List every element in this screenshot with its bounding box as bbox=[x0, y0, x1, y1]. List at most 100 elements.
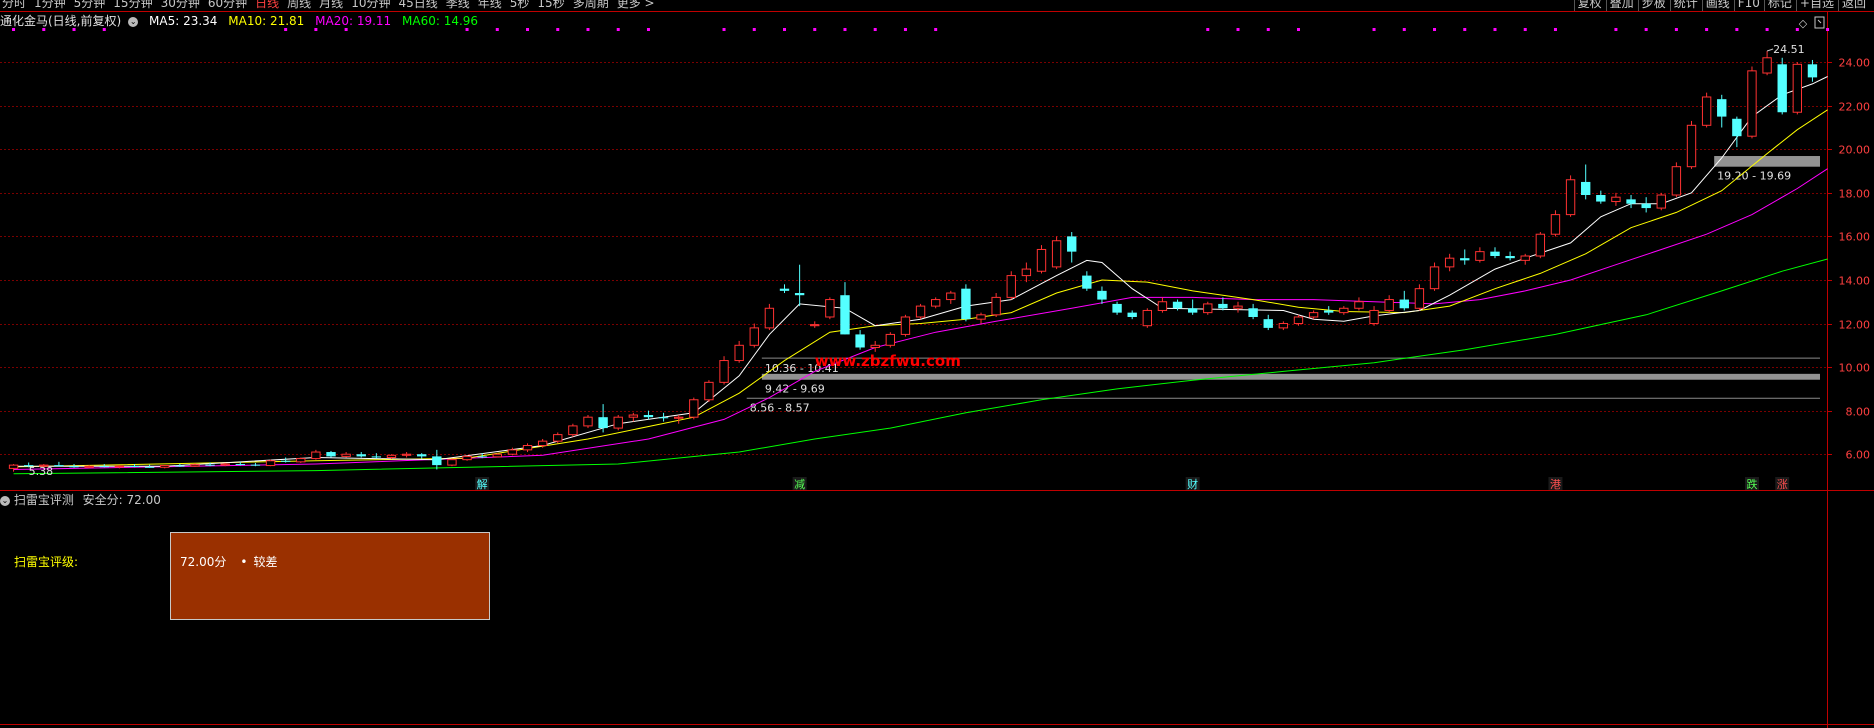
candle-down[interactable] bbox=[69, 466, 79, 468]
candle-up[interactable] bbox=[749, 327, 759, 346]
candle-up[interactable] bbox=[1535, 233, 1546, 257]
candle-up[interactable] bbox=[885, 333, 896, 346]
candle-down[interactable] bbox=[144, 466, 155, 468]
window-toggle-icon[interactable] bbox=[1814, 16, 1825, 29]
candle-up[interactable] bbox=[870, 344, 880, 348]
candle-up[interactable] bbox=[341, 453, 351, 457]
period-tab-5[interactable]: 60分钟 bbox=[208, 0, 247, 10]
candle-down[interactable] bbox=[1641, 203, 1651, 209]
toolbar-button-3[interactable]: 统计 bbox=[1674, 0, 1698, 10]
toolbar-button-7[interactable]: +自选 bbox=[1800, 0, 1834, 10]
candle-up[interactable] bbox=[401, 453, 412, 456]
candle-down[interactable] bbox=[1505, 256, 1515, 259]
candle-up[interactable] bbox=[1006, 275, 1016, 298]
candle-down[interactable] bbox=[855, 334, 865, 348]
candle-up[interactable] bbox=[492, 453, 502, 458]
period-tab-14[interactable]: 15秒 bbox=[537, 0, 564, 10]
candle-down[interactable] bbox=[643, 415, 654, 418]
period-tab-15[interactable]: 多周期 bbox=[573, 0, 609, 10]
candle-up[interactable] bbox=[507, 449, 518, 455]
candle-up[interactable] bbox=[1686, 124, 1697, 168]
candle-up[interactable] bbox=[568, 425, 578, 436]
candle-down[interactable] bbox=[598, 417, 608, 429]
candle-up[interactable] bbox=[764, 307, 775, 329]
candle-up[interactable] bbox=[447, 459, 457, 466]
candle-up[interactable] bbox=[1339, 307, 1349, 314]
candle-up[interactable] bbox=[462, 455, 472, 461]
candle-up[interactable] bbox=[160, 465, 170, 468]
candle-up[interactable] bbox=[1036, 248, 1047, 272]
candle-up[interactable] bbox=[386, 454, 397, 458]
candle-up[interactable] bbox=[583, 416, 593, 427]
candle-down[interactable] bbox=[129, 465, 140, 467]
candle-up[interactable] bbox=[1762, 57, 1772, 74]
candle-down[interactable] bbox=[356, 454, 366, 457]
candle-up[interactable] bbox=[1475, 251, 1485, 261]
candle-down[interactable] bbox=[1067, 236, 1077, 252]
period-tab-13[interactable]: 5秒 bbox=[510, 0, 530, 10]
period-tab-10[interactable]: 45日线 bbox=[398, 0, 437, 10]
candle-down[interactable] bbox=[326, 452, 336, 457]
candle-up[interactable] bbox=[1565, 179, 1576, 216]
period-tab-12[interactable]: 年线 bbox=[478, 0, 502, 10]
toolbar-button-1[interactable]: 叠加 bbox=[1610, 0, 1634, 10]
candle-down[interactable] bbox=[1732, 118, 1742, 137]
candle-up[interactable] bbox=[522, 445, 533, 451]
candle-up[interactable] bbox=[1021, 268, 1032, 277]
candle-down[interactable] bbox=[779, 288, 790, 291]
candle-up[interactable] bbox=[674, 416, 684, 419]
candle-down[interactable] bbox=[99, 466, 109, 468]
candle-down[interactable] bbox=[175, 465, 185, 467]
period-tab-1[interactable]: 1分钟 bbox=[34, 0, 66, 10]
candle-down[interactable] bbox=[1777, 64, 1787, 113]
candle-up[interactable] bbox=[1051, 240, 1062, 268]
candle-up[interactable] bbox=[1671, 166, 1682, 196]
candle-down[interactable] bbox=[1218, 303, 1228, 309]
candle-down[interactable] bbox=[1263, 319, 1273, 328]
candle-down[interactable] bbox=[280, 460, 291, 462]
candle-up[interactable] bbox=[704, 381, 714, 401]
candle-up[interactable] bbox=[976, 314, 986, 320]
candle-up[interactable] bbox=[1142, 309, 1152, 327]
candle-up[interactable] bbox=[946, 292, 956, 301]
candle-down[interactable] bbox=[54, 465, 64, 467]
candle-up[interactable] bbox=[1611, 196, 1621, 203]
period-tab-2[interactable]: 5分钟 bbox=[74, 0, 106, 10]
period-tab-4[interactable]: 30分钟 bbox=[161, 0, 200, 10]
candle-up[interactable] bbox=[537, 440, 548, 447]
candle-down[interactable] bbox=[1596, 195, 1606, 202]
candle-down[interactable] bbox=[1581, 181, 1591, 196]
candle-down[interactable] bbox=[432, 456, 442, 466]
toolbar-button-5[interactable]: F10 bbox=[1738, 0, 1760, 10]
candle-up[interactable] bbox=[719, 360, 729, 383]
candle-up[interactable] bbox=[1444, 257, 1455, 268]
candle-up[interactable] bbox=[1369, 309, 1379, 325]
candle-up[interactable] bbox=[734, 344, 744, 362]
candle-up[interactable] bbox=[296, 458, 306, 463]
candle-up[interactable] bbox=[265, 460, 276, 467]
candle-up[interactable] bbox=[1414, 288, 1425, 309]
candle-down[interactable] bbox=[371, 456, 382, 458]
candle-up[interactable] bbox=[1384, 299, 1394, 311]
period-tab-0[interactable]: 分时 bbox=[2, 0, 26, 10]
candle-up[interactable] bbox=[220, 463, 230, 466]
candle-down[interactable] bbox=[1097, 290, 1107, 300]
candle-up[interactable] bbox=[1278, 323, 1289, 329]
candle-up[interactable] bbox=[311, 451, 321, 460]
candle-up[interactable] bbox=[1747, 70, 1757, 137]
candle-up[interactable] bbox=[84, 465, 94, 468]
candle-down[interactable] bbox=[1399, 299, 1409, 309]
candle-up[interactable] bbox=[1203, 303, 1213, 314]
candle-up[interactable] bbox=[8, 464, 19, 469]
candle-down[interactable] bbox=[658, 417, 669, 419]
toolbar-button-4[interactable]: 画线 bbox=[1706, 0, 1730, 10]
candle-down[interactable] bbox=[1082, 275, 1092, 289]
period-tab-3[interactable]: 15分钟 bbox=[113, 0, 152, 10]
period-tab-11[interactable]: 季线 bbox=[446, 0, 470, 10]
candle-down[interactable] bbox=[1172, 301, 1183, 309]
candle-down[interactable] bbox=[840, 295, 850, 335]
candle-up[interactable] bbox=[1701, 96, 1712, 126]
candle-up[interactable] bbox=[930, 299, 941, 307]
candle-up[interactable] bbox=[810, 324, 820, 327]
candle-down[interactable] bbox=[1187, 308, 1198, 313]
